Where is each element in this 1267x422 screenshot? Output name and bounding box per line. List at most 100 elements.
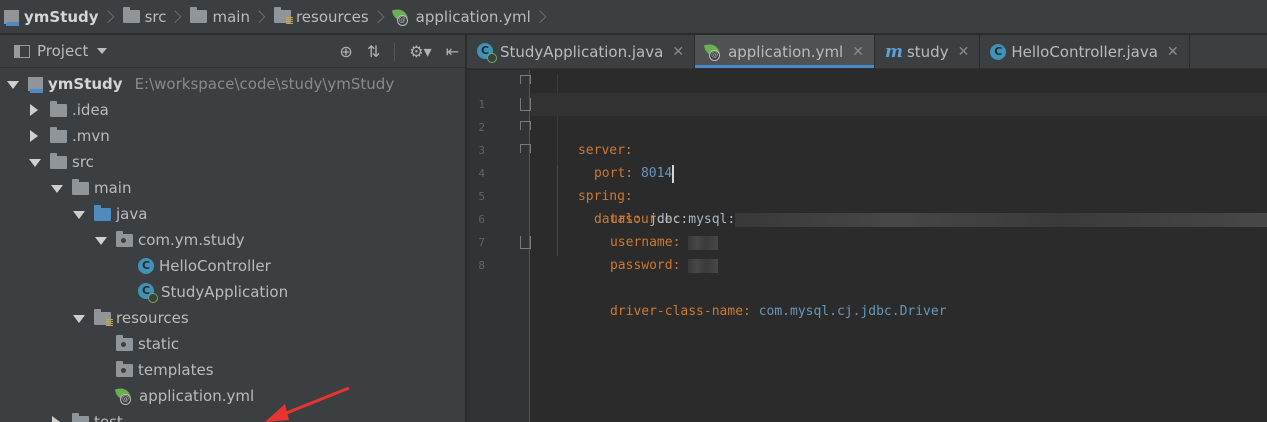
tab-label: HelloController.java xyxy=(1011,42,1158,61)
tab-label: application.yml xyxy=(728,42,844,61)
close-icon[interactable]: ✕ xyxy=(1167,44,1179,60)
breadcrumb-item-application-yml[interactable]: @ application.yml xyxy=(389,0,531,34)
expand-arrow-icon[interactable] xyxy=(6,78,19,90)
tree-node-label: ymStudy xyxy=(48,75,123,93)
tab-hellocontroller[interactable]: C HelloController.java ✕ xyxy=(980,35,1190,68)
tree-node-label: main xyxy=(94,179,132,197)
expand-arrow-icon[interactable] xyxy=(94,234,107,246)
breadcrumb-separator-icon xyxy=(256,0,266,34)
line-number: 1 xyxy=(478,98,485,111)
tree-node-mvn[interactable]: .mvn xyxy=(0,123,465,149)
code-line: 1 server: xyxy=(478,70,1267,158)
tree-node-src[interactable]: src xyxy=(0,149,465,175)
tree-node-test[interactable]: test xyxy=(0,409,465,422)
tree-node-label: test xyxy=(94,413,123,422)
collapse-arrow-icon[interactable] xyxy=(50,416,62,422)
folder-icon xyxy=(122,7,140,23)
redacted-value xyxy=(688,258,719,273)
code-line: 8 driver-class-name: com.mysql.cj.jdbc.D… xyxy=(478,231,1267,319)
folder-icon xyxy=(72,178,89,195)
breadcrumb-label: ymStudy xyxy=(24,7,99,26)
fold-marker-icon[interactable] xyxy=(520,121,531,130)
settings-icon[interactable]: ⚙▾ xyxy=(409,42,431,61)
editor-area: C StudyApplication.java ✕ @ application.… xyxy=(467,35,1267,422)
tab-study[interactable]: m study ✕ xyxy=(875,35,981,68)
line-number: 6 xyxy=(478,213,485,226)
breadcrumb-item-main[interactable]: main xyxy=(186,0,250,34)
tree-node-hellocontroller[interactable]: C HelloController xyxy=(0,253,465,279)
close-icon[interactable]: ✕ xyxy=(852,44,864,60)
expand-arrow-icon[interactable] xyxy=(50,182,63,194)
project-panel: Project ⊕ ⇅ ⚙▾ ⇤ ymStudy E:\workspace\co… xyxy=(0,35,466,422)
tab-application-yml[interactable]: @ application.yml ✕ xyxy=(695,35,875,68)
spring-yml-icon: @ xyxy=(391,7,411,26)
class-icon: C xyxy=(138,258,154,274)
package-icon xyxy=(116,230,133,247)
tree-node-application-yml[interactable]: @ application.yml xyxy=(0,383,465,409)
line-number: 4 xyxy=(478,167,485,180)
tree-node-studyapplication[interactable]: C StudyApplication xyxy=(0,279,465,305)
tree-node-label: .mvn xyxy=(72,127,110,145)
collapse-arrow-icon[interactable] xyxy=(28,130,40,142)
yaml-key: password: xyxy=(609,258,681,273)
project-toolbar: ⊕ ⇅ ⚙▾ ⇤ xyxy=(339,35,459,68)
tree-node-label: StudyApplication xyxy=(161,283,289,301)
spring-yml-icon: @ xyxy=(704,42,723,61)
maven-icon: m xyxy=(884,41,903,62)
expand-arrow-icon[interactable] xyxy=(72,208,85,220)
tree-node-static[interactable]: static xyxy=(0,331,465,357)
tree-node-ymstudy[interactable]: ymStudy E:\workspace\code\study\ymStudy xyxy=(0,71,465,97)
folder-icon xyxy=(50,152,67,169)
tree-node-label: resources xyxy=(116,309,189,327)
expand-arrow-icon[interactable] xyxy=(28,156,41,168)
fold-marker-icon[interactable] xyxy=(520,236,531,249)
yaml-value: com.mysql.cj.jdbc.Driver xyxy=(758,304,947,319)
tree-node-label: static xyxy=(138,335,180,353)
chevron-down-icon[interactable] xyxy=(97,48,108,54)
collapse-icon[interactable]: ⇅ xyxy=(367,42,380,61)
tree-node-package[interactable]: com.ym.study xyxy=(0,227,465,253)
tree-node-templates[interactable]: templates xyxy=(0,357,465,383)
project-window-icon xyxy=(14,44,30,58)
tree-node-label: HelloController xyxy=(159,257,271,275)
breadcrumb-label: src xyxy=(144,7,167,26)
tree-node-main[interactable]: main xyxy=(0,175,465,201)
breadcrumb-separator-icon xyxy=(105,0,115,34)
tree-node-java[interactable]: java xyxy=(0,201,465,227)
breadcrumb-label: application.yml xyxy=(415,7,531,26)
locate-icon[interactable]: ⊕ xyxy=(339,42,352,61)
code-line: 4 datasource: xyxy=(478,139,1267,227)
tab-label: StudyApplication.java xyxy=(500,42,664,61)
line-number: 7 xyxy=(478,236,485,249)
class-icon: C xyxy=(990,43,1007,60)
fold-marker-icon[interactable] xyxy=(520,144,531,153)
project-tree: ymStudy E:\workspace\code\study\ymStudy … xyxy=(0,68,465,422)
tree-node-label: templates xyxy=(138,361,214,379)
tree-node-idea[interactable]: .idea xyxy=(0,97,465,123)
breadcrumb-separator-icon xyxy=(537,0,547,34)
breadcrumb-item-src[interactable]: src xyxy=(119,0,167,34)
collapse-arrow-icon[interactable] xyxy=(28,104,40,116)
folder-icon xyxy=(190,7,208,23)
close-icon[interactable]: ✕ xyxy=(672,44,684,60)
tab-studyapplication[interactable]: C StudyApplication.java ✕ xyxy=(467,35,696,68)
yaml-key: driver-class-name: xyxy=(609,304,751,319)
fold-marker-icon[interactable] xyxy=(520,75,531,84)
breadcrumb-item-module[interactable]: ymStudy xyxy=(0,0,99,34)
project-view-selector[interactable]: Project xyxy=(37,42,88,60)
fold-marker-icon[interactable] xyxy=(520,98,531,111)
close-icon[interactable]: ✕ xyxy=(958,44,970,60)
breadcrumb-separator-icon xyxy=(375,0,385,34)
code-editor[interactable]: 1 server: 2 port: 8014 3 spring: 4 datas… xyxy=(478,70,1267,422)
folder-icon xyxy=(72,412,89,422)
breadcrumb-item-resources[interactable]: resources xyxy=(270,0,369,34)
breadcrumb-label: main xyxy=(212,7,250,26)
folder-icon xyxy=(50,126,67,143)
expand-arrow-icon[interactable] xyxy=(72,312,85,324)
tab-label: study xyxy=(906,42,949,61)
hide-icon[interactable]: ⇤ xyxy=(446,42,459,61)
line-number: 2 xyxy=(478,121,485,134)
folder-icon xyxy=(116,334,133,351)
line-number: 5 xyxy=(478,190,485,203)
tree-node-resources[interactable]: resources xyxy=(0,305,465,331)
